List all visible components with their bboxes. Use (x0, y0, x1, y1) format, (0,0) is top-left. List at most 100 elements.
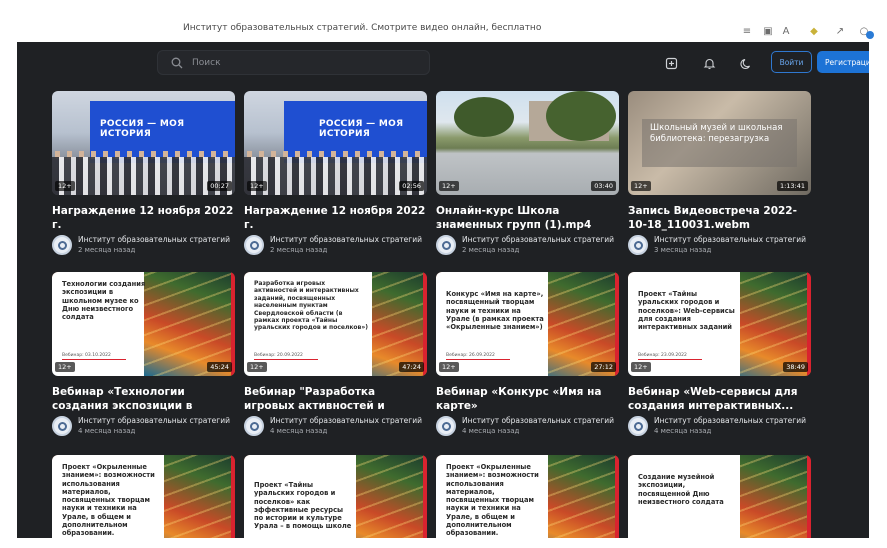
webinar-edge (807, 272, 811, 376)
video-card[interactable]: Конкурс «Имя на карте», посвященный твор… (436, 272, 619, 436)
tab-icon[interactable]: ▣ (762, 26, 774, 38)
avatar[interactable] (628, 235, 648, 255)
webinar-edge (231, 455, 235, 538)
webinar-edge (231, 272, 235, 376)
webinar-thumb-title: Создание музейной экспозиции, посвященно… (638, 473, 724, 506)
video-thumbnail[interactable]: РОССИЯ — МОЯ ИСТОРИЯ 12+ 00:27 (52, 91, 235, 195)
video-title[interactable]: Онлайн-курс Школа знаменных групп (1).mp… (436, 204, 619, 232)
translate-icon[interactable]: A (780, 26, 792, 38)
webinar-thumb-date: Вебинар: 23.09.2022 (638, 353, 687, 358)
webinar-thumb-title: Конкурс «Имя на карте», посвященный твор… (446, 290, 544, 332)
age-rating: 12+ (247, 362, 267, 372)
duration-badge: 02:56 (399, 181, 424, 191)
upload-date: 4 месяца назад (78, 427, 136, 435)
moon-icon (739, 58, 750, 69)
video-title[interactable]: Вебинар «Web-сервисы для создания интера… (628, 385, 811, 413)
video-card[interactable]: Проект «Окрыленные знанием»: возможности… (52, 455, 235, 538)
webinar-edge (615, 455, 619, 538)
register-button[interactable]: Регистрация (817, 51, 869, 73)
duration-badge: 27:12 (591, 362, 616, 372)
video-thumbnail[interactable]: Конкурс «Имя на карте», посвященный твор… (436, 272, 619, 376)
webinar-edge (423, 272, 427, 376)
notifications-button[interactable] (698, 52, 720, 74)
video-thumbnail[interactable]: Разработка игровых активностей и интерак… (244, 272, 427, 376)
video-thumbnail[interactable]: Проект «Окрыленные знанием»: возможности… (436, 455, 619, 538)
channel-name[interactable]: Институт образовательных стратегий (654, 416, 806, 426)
logo-icon (633, 240, 643, 250)
avatar[interactable] (436, 235, 456, 255)
video-card[interactable]: Создание музейной экспозиции, посвященно… (628, 455, 811, 538)
age-rating: 12+ (631, 181, 651, 191)
channel-name[interactable]: Институт образовательных стратегий (462, 416, 614, 426)
video-title[interactable]: Вебинар «Технологии создания экспозиции … (52, 385, 235, 413)
avatar[interactable] (244, 416, 264, 436)
channel-info[interactable]: Институт образовательных стратегий 2 меся… (52, 235, 235, 255)
video-card[interactable]: Разработка игровых активностей и интерак… (244, 272, 427, 436)
login-button[interactable]: Войти (771, 51, 812, 73)
share-icon[interactable]: ↗ (834, 26, 846, 38)
webinar-thumb-title: Проект «Тайны уральских городов и поселк… (254, 481, 352, 531)
video-card[interactable]: Технологии создания экспозиции в школьно… (52, 272, 235, 436)
search-input[interactable] (192, 57, 429, 68)
webinar-edge (423, 455, 427, 538)
divider (254, 359, 318, 360)
webinar-thumb-date: Вебинар: 26.09.2022 (446, 353, 495, 358)
logo-icon (441, 240, 451, 250)
channel-name[interactable]: Институт образовательных стратегий (270, 416, 422, 426)
channel-info[interactable]: Институт образовательных стратегий 4 меся… (244, 416, 427, 436)
channel-name[interactable]: Институт образовательных стратегий (654, 235, 806, 245)
channel-name[interactable]: Институт образовательных стратегий (462, 235, 614, 245)
video-thumbnail[interactable]: Проект «Тайны уральских городов и поселк… (244, 455, 427, 538)
channel-name[interactable]: Институт образовательных стратегий (78, 416, 230, 426)
avatar[interactable] (244, 235, 264, 255)
upload-date: 2 месяца назад (78, 246, 136, 254)
channel-info[interactable]: Институт образовательных стратегий 3 меся… (628, 235, 811, 255)
video-card[interactable]: 12+ 03:40 Онлайн-курс Школа знаменных гр… (436, 91, 619, 255)
webinar-thumb-title: Проект «Окрыленные знанием»: возможности… (446, 463, 539, 538)
video-title[interactable]: Запись Видеовстреча 2022-10-18_110031.we… (628, 204, 811, 232)
upload-button[interactable] (660, 52, 682, 74)
reader-icon[interactable]: ≡ (741, 26, 753, 38)
tree (546, 91, 616, 141)
duration-badge: 1:13:41 (776, 181, 808, 191)
slide-title: Школьный музей и школьная библиотека: пе… (650, 123, 783, 144)
search-bar[interactable] (157, 50, 430, 75)
logo-icon (249, 421, 259, 431)
logo-icon (57, 421, 67, 431)
video-title[interactable]: Вебинар «Конкурс «Имя на карте» (436, 385, 619, 413)
video-card[interactable]: РОССИЯ — МОЯ ИСТОРИЯ 12+ 02:56 Награжден… (244, 91, 427, 255)
avatar[interactable] (52, 235, 72, 255)
age-rating: 12+ (247, 181, 267, 191)
video-title[interactable]: Награждение 12 ноября 2022 г. (244, 204, 427, 232)
duration-badge: 47:24 (399, 362, 424, 372)
age-rating: 12+ (55, 181, 75, 191)
theme-toggle-button[interactable] (735, 52, 757, 74)
video-thumbnail[interactable]: Проект «Тайны уральских городов и поселк… (628, 272, 811, 376)
video-card[interactable]: Проект «Тайны уральских городов и поселк… (628, 272, 811, 436)
channel-info[interactable]: Институт образовательных стратегий 4 меся… (628, 416, 811, 436)
avatar[interactable] (436, 416, 456, 436)
channel-name[interactable]: Институт образовательных стратегий (78, 235, 230, 245)
avatar[interactable] (628, 416, 648, 436)
extension-icon[interactable]: ◆ (808, 26, 820, 38)
video-thumbnail[interactable]: Проект «Окрыленные знанием»: возможности… (52, 455, 235, 538)
video-thumbnail[interactable]: Создание музейной экспозиции, посвященно… (628, 455, 811, 538)
video-thumbnail[interactable]: РОССИЯ — МОЯ ИСТОРИЯ 12+ 02:56 (244, 91, 427, 195)
avatar[interactable] (52, 416, 72, 436)
video-card[interactable]: Проект «Тайны уральских городов и поселк… (244, 455, 427, 538)
video-card[interactable]: РОССИЯ — МОЯ ИСТОРИЯ 12+ 00:27 Награжден… (52, 91, 235, 255)
channel-info[interactable]: Институт образовательных стратегий 2 меся… (436, 235, 619, 255)
video-title[interactable]: Вебинар "Разработка игровых активностей … (244, 385, 427, 413)
video-card[interactable]: Школьный музей и школьная библиотека: пе… (628, 91, 811, 255)
channel-info[interactable]: Институт образовательных стратегий 4 меся… (52, 416, 235, 436)
video-thumbnail[interactable]: Школьный музей и школьная библиотека: пе… (628, 91, 811, 195)
channel-info[interactable]: Институт образовательных стратегий 4 меся… (436, 416, 619, 436)
channel-name[interactable]: Институт образовательных стратегий (270, 235, 422, 245)
video-card[interactable]: Проект «Окрыленные знанием»: возможности… (436, 455, 619, 538)
video-thumbnail[interactable]: 12+ 03:40 (436, 91, 619, 195)
age-rating: 12+ (55, 362, 75, 372)
video-title[interactable]: Награждение 12 ноября 2022 г. (52, 204, 235, 232)
webinar-thumb-date: Вебинар: 03.10.2022 (62, 353, 111, 358)
video-thumbnail[interactable]: Технологии создания экспозиции в школьно… (52, 272, 235, 376)
channel-info[interactable]: Институт образовательных стратегий 2 меся… (244, 235, 427, 255)
